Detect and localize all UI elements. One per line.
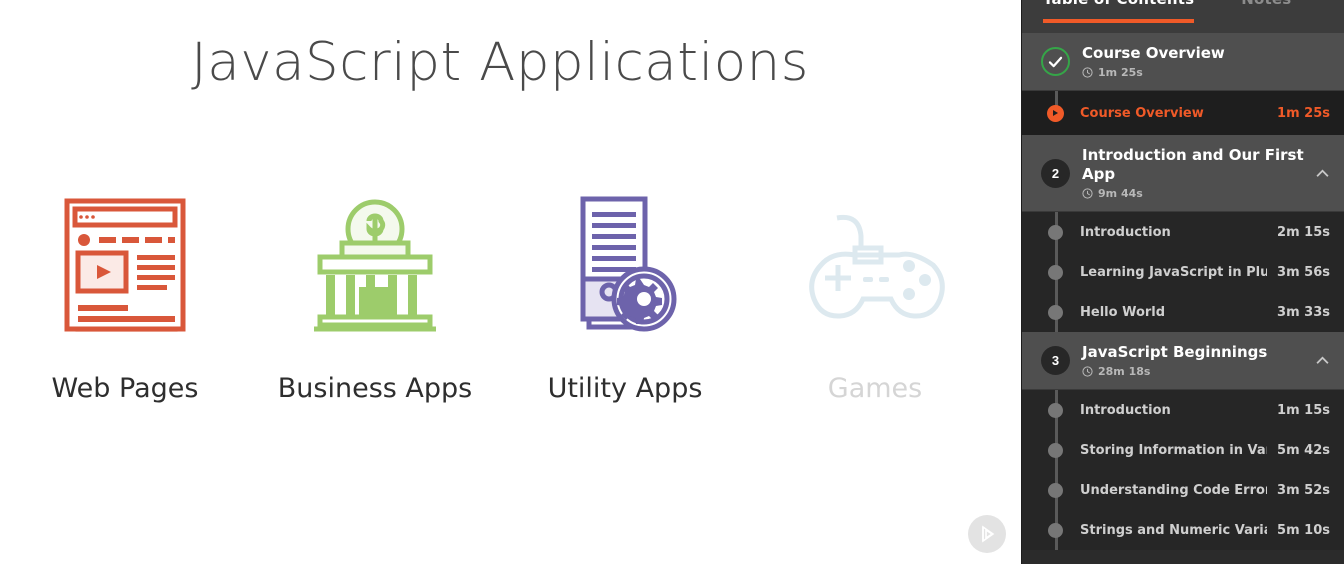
category-card-games: Games	[765, 185, 985, 404]
category-label: Games	[827, 373, 923, 404]
lesson-row[interactable]: Strings and Numeric Variables 5m 10s	[1022, 510, 1344, 551]
lesson-list: Introduction 2m 15s Learning JavaScript in…	[1022, 212, 1344, 333]
lesson-title: Course Overview	[1080, 105, 1204, 121]
lesson-title: Storing Information in Variables	[1080, 442, 1267, 458]
course-player: JavaScript Applications Web Pages Busine…	[0, 0, 1344, 564]
chevron-up-icon	[1316, 169, 1329, 177]
application-category-list: Web Pages Business Apps Utility Apps Gam…	[0, 185, 1000, 404]
lesson-dot-icon	[1048, 482, 1063, 498]
section-collapse-toggle[interactable]	[1315, 356, 1330, 365]
lesson-title: Hello World	[1080, 304, 1166, 320]
gamepad-icon	[765, 185, 985, 345]
section-title: JavaScript Beginnings	[1082, 343, 1268, 362]
section-duration: 1m 25s	[1082, 66, 1330, 79]
section-duration-text: 9m 44s	[1098, 187, 1143, 201]
lesson-row[interactable]: Understanding Code Errors 3m 52s	[1022, 470, 1344, 511]
lesson-row[interactable]: Hello World 3m 33s	[1022, 292, 1344, 333]
section-number-badge: 3	[1041, 346, 1070, 376]
category-card-utility-apps: Utility Apps	[515, 185, 735, 404]
category-card-web-pages: Web Pages	[15, 185, 235, 404]
lesson-row[interactable]: Introduction 2m 15s	[1022, 212, 1344, 253]
lesson-duration: 2m 15s	[1277, 224, 1330, 240]
lesson-duration: 1m 15s	[1277, 402, 1330, 418]
lesson-duration: 3m 33s	[1277, 304, 1330, 320]
clock-icon	[1082, 67, 1093, 78]
section-duration-text: 28m 18s	[1098, 365, 1151, 379]
lesson-list: Introduction 1m 15s Storing Information in…	[1022, 390, 1344, 551]
lesson-duration: 5m 10s	[1277, 522, 1330, 538]
section-text: JavaScript Beginnings 28m 18s	[1082, 343, 1307, 378]
lesson-dot-icon	[1048, 402, 1063, 418]
lesson-title: Introduction	[1080, 402, 1171, 418]
lesson-duration: 5m 42s	[1277, 442, 1330, 458]
bank-building-icon	[265, 185, 485, 345]
sidebar-tabs: Table of Contents Notes	[1022, 0, 1344, 33]
lesson-row[interactable]: Storing Information in Variables 5m 42s	[1022, 430, 1344, 471]
play-circle-icon	[1053, 110, 1058, 117]
tab-notes[interactable]: Notes	[1241, 0, 1291, 13]
category-label: Web Pages	[51, 373, 199, 404]
chevron-up-icon	[1316, 356, 1329, 364]
server-gear-icon	[515, 185, 735, 345]
section-duration: 9m 44s	[1082, 187, 1307, 200]
category-label: Business Apps	[277, 373, 473, 404]
toc-section-header[interactable]: 2 Introduction and Our First App 9m 44s	[1022, 135, 1344, 213]
toc-section-header[interactable]: 3 JavaScript Beginnings 28m 18s	[1022, 332, 1344, 391]
lesson-row[interactable]: Introduction 1m 15s	[1022, 390, 1344, 431]
section-text: Introduction and Our First App 9m 44s	[1082, 146, 1307, 200]
lesson-dot-icon	[1048, 304, 1063, 320]
slide-canvas: JavaScript Applications Web Pages Busine…	[0, 0, 1021, 564]
lesson-title: Strings and Numeric Variables	[1080, 522, 1267, 538]
lesson-duration: 3m 52s	[1277, 482, 1330, 498]
section-text: Course Overview 1m 25s	[1082, 44, 1330, 79]
lesson-dot-icon	[1048, 224, 1063, 240]
browser-window-icon	[15, 185, 235, 345]
lesson-row-active[interactable]: Course Overview 1m 25s	[1022, 91, 1344, 136]
lesson-title: Understanding Code Errors	[1080, 482, 1268, 498]
lesson-dot-icon	[1048, 522, 1063, 538]
section-complete-badge	[1041, 47, 1070, 77]
play-next-icon	[982, 525, 995, 543]
category-label: Utility Apps	[547, 373, 703, 404]
play-circle-icon	[1047, 104, 1064, 122]
lesson-title: Introduction	[1080, 224, 1171, 240]
lesson-dot-icon	[1048, 264, 1063, 280]
lesson-row[interactable]: Learning JavaScript in Plunker 3m 56s	[1022, 252, 1344, 293]
section-title: Course Overview	[1082, 44, 1225, 62]
clock-icon	[1082, 366, 1093, 377]
section-title: Introduction and Our First App	[1082, 146, 1304, 184]
lesson-list: Course Overview 1m 25s	[1022, 91, 1344, 136]
toc-section-header[interactable]: Course Overview 1m 25s	[1022, 33, 1344, 92]
page-title: JavaScript Applications	[191, 32, 809, 93]
course-sidebar: Table of Contents Notes Course Overview 1…	[1021, 0, 1344, 564]
section-duration-text: 1m 25s	[1098, 66, 1143, 80]
lesson-duration: 1m 25s	[1277, 105, 1330, 121]
check-circle-icon	[1048, 56, 1063, 67]
section-collapse-toggle[interactable]	[1315, 169, 1330, 178]
lesson-title: Learning JavaScript in Plunker	[1080, 264, 1267, 280]
category-card-business-apps: Business Apps	[265, 185, 485, 404]
next-slide-button[interactable]	[968, 515, 1006, 553]
lesson-dot-icon	[1048, 442, 1063, 458]
tab-table-of-contents[interactable]: Table of Contents	[1043, 0, 1195, 23]
section-duration: 28m 18s	[1082, 365, 1307, 378]
section-number-badge: 2	[1041, 158, 1070, 188]
table-of-contents-list: Course Overview 1m 25s Course Overview 1m 2…	[1022, 33, 1344, 551]
lesson-duration: 3m 56s	[1277, 264, 1330, 280]
clock-icon	[1082, 188, 1093, 199]
